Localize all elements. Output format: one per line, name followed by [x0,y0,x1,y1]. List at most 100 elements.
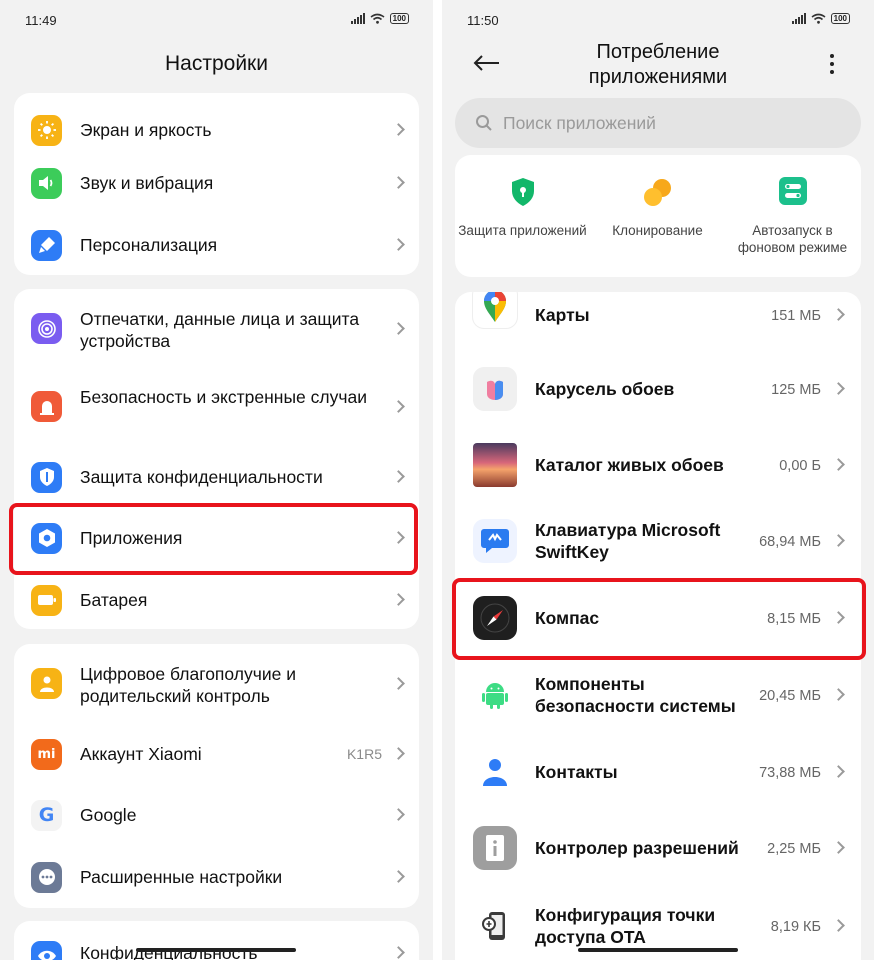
settings-item-sound[interactable]: Звук и вибрация [14,158,419,208]
chevron-right-icon [832,919,845,932]
app-size: 151 МБ [771,308,821,324]
settings-group-display: Экран и яркость Звук и вибрация Персонал… [14,93,419,275]
chevron-right-icon [392,123,405,136]
search-icon [476,115,492,131]
settings-item-label: Экран и яркость [80,120,212,140]
live-wallpaper-icon [473,443,517,487]
fingerprint-icon [31,313,62,344]
app-row-contacts[interactable]: Контакты 73,88 МБ [455,745,861,799]
maps-icon [473,292,517,328]
chevron-right-icon [832,458,845,471]
speaker-icon [31,167,62,199]
alarm-icon [31,391,62,422]
settings-item-biometrics[interactable]: Отпечатки, данные лица и защита устройст… [14,303,419,355]
settings-item-label: Защита конфиденциальности [80,467,323,487]
status-bar: 11:49 100 [0,0,433,40]
wellbeing-icon [31,668,62,699]
chevron-right-icon [392,946,405,959]
autostart-button[interactable]: Автозапуск в фоновом режиме [725,155,860,277]
google-icon: G [31,799,62,831]
signal-icon [791,13,806,24]
app-row-security-components[interactable]: Компоненты безопасности системы 20,45 МБ [455,668,861,722]
app-name: Конфигурация точки доступа OTA [535,905,716,947]
battery-icon: 100 [389,13,409,24]
app-row-swiftkey[interactable]: Клавиатура Microsoft SwiftKey 68,94 МБ [455,514,861,568]
settings-item-label: Расширенные настройки [80,867,283,887]
signal-icon [350,13,365,24]
settings-item-google[interactable]: G Google [14,790,419,840]
app-name: Компоненты безопасности системы [535,674,736,716]
app-usage-screen: 11:50 100 Потребление приложениями Поиск… [442,0,874,960]
app-name: Контролер разрешений [535,838,739,858]
back-arrow-icon[interactable] [472,54,500,72]
swiftkey-icon [473,519,517,563]
app-name: Контакты [535,762,618,782]
privacy-shield-icon [31,461,62,493]
chevron-right-icon [392,400,405,413]
eye-icon [31,940,62,960]
settings-group-security: Отпечатки, данные лица и защита устройст… [14,289,419,629]
chevron-right-icon [832,841,845,854]
app-name: Карты [535,305,590,325]
more-menu-icon[interactable] [830,54,834,74]
settings-item-label: Батарея [80,590,148,610]
status-bar: 11:50 100 [442,0,874,40]
chevron-right-icon [832,765,845,778]
chevron-right-icon [832,688,845,701]
ota-icon [473,904,517,948]
autostart-icon [778,177,807,205]
settings-item-label: Аккаунт Xiaomi [80,744,202,764]
highlight-box [452,578,866,660]
wallpaper-carousel-icon [473,367,517,411]
settings-item-emergency[interactable]: Безопасность и экстренные случаи [14,381,419,433]
highlight-box [9,503,418,575]
permissions-icon [473,826,517,870]
app-size: 125 МБ [771,382,821,398]
settings-item-label: Безопасность и экстренные случаи [80,387,367,407]
app-row-ota-config[interactable]: Конфигурация точки доступа OTA 8,19 КБ [455,899,861,953]
chevron-right-icon [392,870,405,883]
app-row-maps[interactable]: Карты 151 МБ [455,292,861,338]
chevron-right-icon [392,238,405,251]
app-size: 2,25 МБ [767,841,821,857]
app-lock-button[interactable]: Защита приложений [455,155,590,277]
clone-icon [643,179,671,206]
mi-icon: mi [31,738,62,770]
dual-apps-button[interactable]: Клонирование [590,155,725,277]
chevron-right-icon [392,470,405,483]
app-name: Каталог живых обоев [535,455,724,475]
settings-group-privacy: Конфиденциальность [14,921,419,960]
app-row-permission-controller[interactable]: Контролер разрешений 2,25 МБ [455,821,861,875]
settings-item-xiaomi-account[interactable]: mi Аккаунт Xiaomi K1R5 [14,729,419,779]
chevron-right-icon [832,382,845,395]
app-row-live-wallpapers[interactable]: Каталог живых обоев 0,00 Б [455,438,861,492]
app-size: 0,00 Б [779,458,821,474]
settings-item-wellbeing[interactable]: Цифровое благополучие и родительский кон… [14,658,419,710]
chevron-right-icon [392,176,405,189]
settings-item-display[interactable]: Экран и яркость [14,105,419,155]
wifi-icon [370,13,385,24]
settings-item-battery[interactable]: Батарея [14,575,419,625]
page-title-line1: Потребление [596,41,720,63]
chevron-right-icon [832,308,845,321]
android-icon [473,673,517,717]
search-input[interactable]: Поиск приложений [455,98,861,148]
dual-apps-label: Клонирование [612,223,703,238]
settings-item-personalization[interactable]: Персонализация [14,220,419,270]
settings-item-privacy-protection[interactable]: Защита конфиденциальности [14,452,419,502]
settings-item-advanced[interactable]: Расширенные настройки [14,852,419,902]
settings-group-account: Цифровое благополучие и родительский кон… [14,644,419,908]
home-indicator[interactable] [136,948,296,952]
chevron-right-icon [832,534,845,547]
battery-icon [31,584,62,616]
settings-item-label: Google [80,805,137,825]
app-size: 20,45 МБ [759,688,821,704]
settings-item-privacy[interactable]: Конфиденциальность [14,931,419,960]
quick-actions: Защита приложений Клонирование Автозапус… [455,155,861,277]
battery-icon: 100 [830,13,850,24]
search-placeholder: Поиск приложений [503,113,656,133]
settings-item-label: Персонализация [80,235,218,255]
sun-icon [31,114,62,146]
home-indicator[interactable] [578,948,738,952]
app-row-wallpaper-carousel[interactable]: Карусель обоев 125 МБ [455,362,861,416]
